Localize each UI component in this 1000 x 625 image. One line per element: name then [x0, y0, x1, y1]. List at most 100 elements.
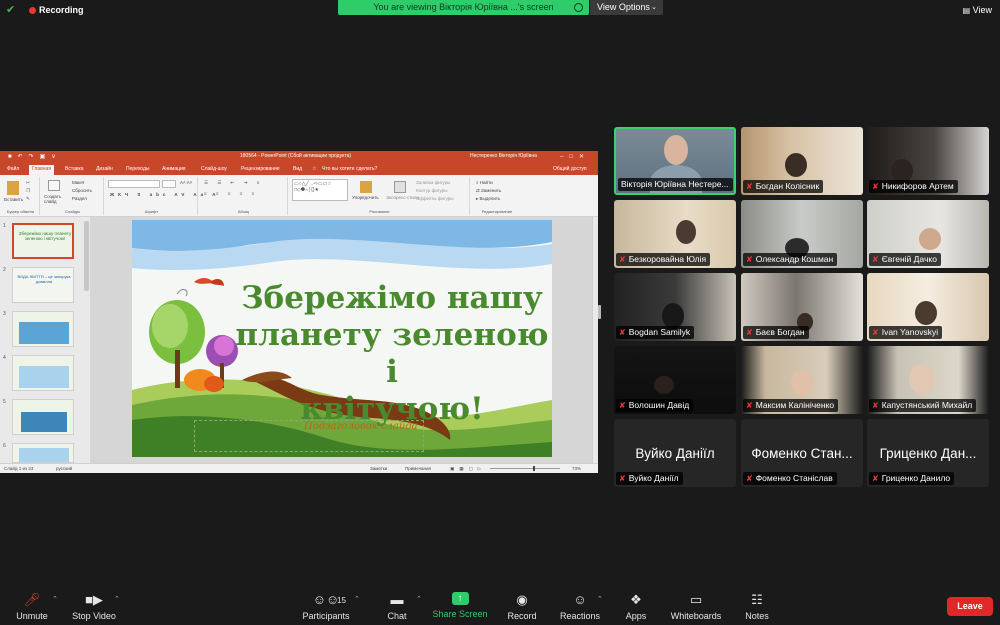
- zoom-slider-handle[interactable]: [533, 466, 535, 471]
- shape-outline-button[interactable]: Контур фигуры: [416, 188, 447, 193]
- shape-fill-button[interactable]: Заливка фигуры: [416, 180, 450, 185]
- view-options-button[interactable]: View Options ⌄: [590, 0, 663, 15]
- video-options-chevron-icon[interactable]: ⌃: [114, 595, 120, 603]
- layout-button[interactable]: Макет: [72, 180, 85, 185]
- slide-thumbnail[interactable]: [12, 311, 74, 347]
- slide-title[interactable]: Збережімо нашу планету зеленою і квітучо…: [232, 280, 552, 428]
- zoom-slider[interactable]: [490, 468, 560, 469]
- participant-name-text: Фоменко Станіслав: [755, 473, 833, 483]
- participant-tile[interactable]: ✘ Капустянський Михайл: [867, 346, 989, 414]
- tab-home[interactable]: Главная: [29, 165, 55, 175]
- shape-effects-button[interactable]: Эффекты фигуры: [416, 196, 454, 201]
- participant-tile[interactable]: ✘ Олександр Кошман: [741, 200, 863, 268]
- paste-icon[interactable]: [7, 181, 19, 195]
- slide-thumbnail[interactable]: [12, 443, 74, 463]
- chat-button[interactable]: ▬ Chat: [383, 591, 411, 621]
- shared-screen[interactable]: ■↶↷▣∨ 180564 - PowerPoint (Сбой активаци…: [0, 151, 598, 473]
- quick-styles-button-label[interactable]: Экспресс-стили: [386, 195, 419, 200]
- audio-options-chevron-icon[interactable]: ⌃: [52, 595, 58, 603]
- font-size-input[interactable]: [162, 180, 176, 188]
- find-button[interactable]: ⌕ Найти: [476, 180, 493, 185]
- slide-thumbnail[interactable]: [12, 355, 74, 391]
- whiteboards-button[interactable]: ▭ Whiteboards: [668, 591, 724, 621]
- participant-tile[interactable]: ✘ Волошин Давід: [614, 346, 736, 414]
- quick-styles-icon[interactable]: [394, 181, 406, 193]
- leave-button[interactable]: Leave: [947, 597, 993, 616]
- section-button[interactable]: Раздел: [72, 196, 87, 201]
- slide-editor[interactable]: Збережімо нашу планету зеленою і квітучо…: [90, 217, 598, 463]
- chat-options-chevron-icon[interactable]: ⌃: [416, 595, 422, 603]
- tab-view[interactable]: Вид: [293, 166, 302, 172]
- arrange-button-label[interactable]: Упорядочить: [352, 195, 379, 200]
- share-screen-button[interactable]: ↑ Share Screen: [431, 591, 489, 619]
- slide-thumbnail[interactable]: ВОДА ЖИТТЯ – це запорука довкілля: [12, 267, 74, 303]
- shield-icon[interactable]: ✔: [6, 4, 18, 16]
- list-icons[interactable]: ☰ ☰ ⇤ ⇥ ≡: [204, 180, 263, 186]
- current-slide[interactable]: Збережімо нашу планету зеленою і квітучо…: [132, 220, 552, 457]
- format-painter-icon[interactable]: ✎: [26, 196, 30, 202]
- tab-design[interactable]: Дизайн: [96, 166, 113, 172]
- new-slide-icon[interactable]: [48, 180, 60, 191]
- paste-button-label[interactable]: Вставить: [4, 197, 23, 202]
- participant-tile[interactable]: ✘ Євгеній Дачко: [867, 200, 989, 268]
- tab-animation[interactable]: Анимация: [162, 166, 185, 172]
- participant-tile[interactable]: ✘ Максим Калініченко: [741, 346, 863, 414]
- record-button[interactable]: ◉ Record: [503, 591, 541, 621]
- participant-tile[interactable]: ✘ Bogdan Samilyk: [614, 273, 736, 341]
- participant-tile[interactable]: ✘ Богдан Колісник: [741, 127, 863, 195]
- participant-tile[interactable]: ✘ Безкоровайна Юлія: [614, 200, 736, 268]
- participant-video: [676, 220, 696, 244]
- arrange-icon[interactable]: [360, 181, 372, 193]
- zoom-meeting-window: ✔ Recording You are viewing Вікторія Юрі…: [0, 0, 1000, 625]
- participant-tile[interactable]: Фоменко Стан... ✘ Фоменко Станіслав: [741, 419, 863, 487]
- tab-slideshow[interactable]: Слайд-шоу: [201, 166, 227, 172]
- participant-name: ✘ Євгеній Дачко: [869, 253, 941, 266]
- zoom-level[interactable]: 73%: [572, 466, 581, 471]
- copy-icon[interactable]: ❐: [26, 188, 30, 194]
- muted-mic-icon: ✘: [619, 401, 626, 410]
- view-button[interactable]: ▤ View: [963, 5, 992, 15]
- thumbnails-scrollbar[interactable]: [84, 221, 89, 291]
- slide-thumbnails-pane[interactable]: 1 Збережімо нашу планету зеленою і квіту…: [0, 217, 90, 463]
- comments-button[interactable]: Примечания: [405, 466, 431, 471]
- tab-review[interactable]: Рецензирование: [241, 166, 280, 172]
- cut-icon[interactable]: ✂: [26, 180, 30, 186]
- reactions-options-chevron-icon[interactable]: ⌃: [597, 595, 603, 603]
- select-button[interactable]: ▸ Выделить: [476, 196, 500, 202]
- participant-tile[interactable]: Вікторія Юріївна Нестере...: [614, 127, 736, 195]
- participants-options-chevron-icon[interactable]: ⌃: [354, 595, 360, 603]
- tab-file[interactable]: Файл: [7, 166, 19, 172]
- participant-name: ✘ Безкоровайна Юлія: [616, 253, 711, 266]
- replace-button[interactable]: ⇄ Заменить: [476, 188, 501, 194]
- slide-thumbnail[interactable]: Збережімо нашу планету зеленою і квітучо…: [12, 223, 74, 259]
- new-slide-button-label[interactable]: Создать слайд: [44, 194, 68, 204]
- language-status[interactable]: русский: [56, 466, 72, 471]
- participant-tile[interactable]: ✘ Баєв Богдан: [741, 273, 863, 341]
- participant-tile[interactable]: ✘ Ivan Yanovskyi: [867, 273, 989, 341]
- recording-label[interactable]: Recording: [39, 5, 84, 15]
- view-mode-icons[interactable]: ▣▦▢▷: [450, 466, 486, 472]
- slide-subtitle[interactable]: Подзаголовок слайда: [304, 421, 418, 432]
- tab-transitions[interactable]: Переходы: [126, 166, 149, 172]
- notes-button[interactable]: Заметки: [370, 466, 387, 471]
- slide-thumbnail[interactable]: [12, 399, 74, 435]
- reset-button[interactable]: Сбросить: [72, 188, 92, 193]
- muted-mic-icon: ✘: [619, 474, 626, 483]
- font-grow-icon[interactable]: A˄ A˅: [180, 180, 192, 185]
- notes-button[interactable]: ☷ Notes: [741, 591, 773, 621]
- powerpoint-window-title: 180564 - PowerPoint (Сбой активации прод…: [240, 153, 352, 159]
- participant-tile[interactable]: ✘ Никифоров Артем: [867, 127, 989, 195]
- shapes-gallery[interactable]: ▭○△╱→⇨▭▭☆ □◇⯃⌢⌠{}★: [292, 179, 348, 201]
- stop-video-button[interactable]: ■▶ Stop Video: [68, 591, 120, 621]
- align-icons[interactable]: ≡ ≡ ≡ ≡ ≡: [204, 191, 258, 196]
- font-name-input[interactable]: [108, 180, 160, 188]
- participant-tile[interactable]: Вуйко Даніїл ✘ Вуйко Даніїл: [614, 419, 736, 487]
- tell-me-input[interactable]: Что вы хотите сделать?: [322, 166, 377, 172]
- apps-button[interactable]: ❖ Apps: [621, 591, 651, 621]
- participant-tile[interactable]: Гриценко Дан... ✘ Гриценко Данило: [867, 419, 989, 487]
- split-view-handle[interactable]: [598, 305, 601, 319]
- tab-insert[interactable]: Вставка: [65, 166, 84, 172]
- slide-scrollbar[interactable]: [592, 217, 598, 463]
- unmute-button[interactable]: 🎤︎ Unmute: [12, 591, 52, 621]
- share-link[interactable]: Общий доступ: [553, 166, 587, 172]
